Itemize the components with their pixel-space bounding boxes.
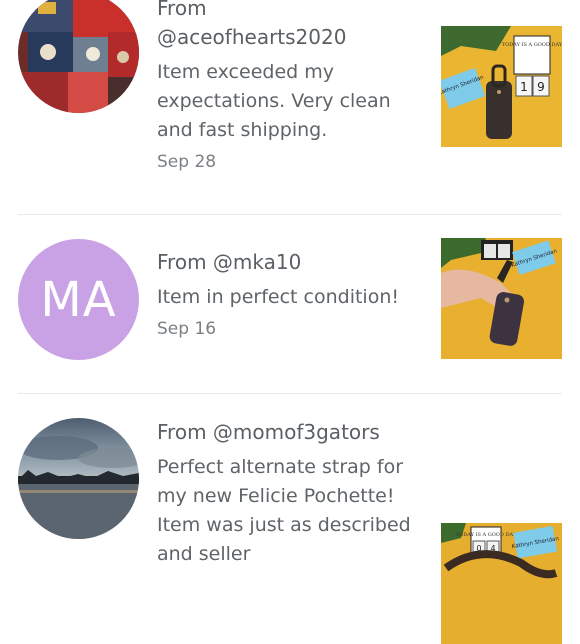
photo-card-text: TODAY IS A GOOD DAY	[456, 532, 517, 538]
review-photo[interactable]: TODAY IS A GOOD DAY 0 4 Kathryn Sheridan	[441, 523, 562, 644]
reviewer-username-link[interactable]: @aceofhearts2020	[157, 23, 425, 52]
avatar-initials: MA	[40, 271, 117, 328]
photo-cal-digit: 9	[537, 80, 545, 94]
review-date: Sep 16	[157, 319, 217, 339]
review-text: Item exceeded my expectations. Very clea…	[157, 61, 391, 141]
reviewer-username-link[interactable]: From @momof3gators	[157, 418, 425, 447]
review-divider	[18, 393, 562, 394]
review-date: Sep 28	[157, 152, 217, 172]
review-photo[interactable]: Kathryn Sheridan	[441, 238, 562, 359]
review-from-label: From	[157, 0, 207, 20]
reviewer-username-link[interactable]: From @mka10	[157, 248, 425, 277]
reviewer-avatar[interactable]	[18, 418, 139, 539]
photo-card-text: TODAY IS A GOOD DAY	[502, 42, 562, 48]
photo-cal-digit: 1	[520, 80, 528, 94]
review-text: Item in perfect condition!	[157, 286, 399, 308]
reviewer-avatar[interactable]: MA	[18, 239, 139, 360]
review-photo[interactable]: TODAY IS A GOOD DAY 1 9 Kathryn Sheridan	[441, 26, 562, 147]
review-text: Perfect alternate strap for my new Felic…	[157, 456, 411, 565]
reviewer-avatar[interactable]	[18, 0, 139, 113]
review-divider	[18, 214, 562, 215]
